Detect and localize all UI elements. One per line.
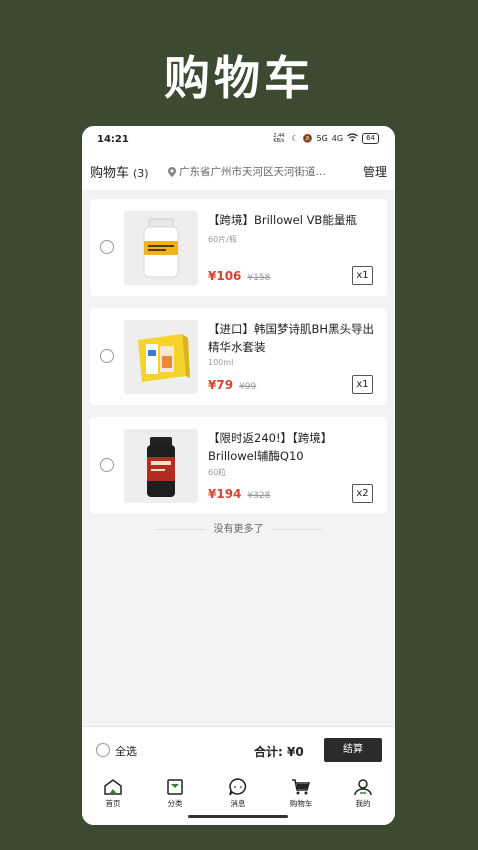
quantity-badge[interactable]: x1 (352, 375, 373, 394)
divider-right (271, 528, 322, 530)
category-icon (167, 779, 183, 795)
page-title: 购物车 (3) (90, 162, 149, 181)
price-original: ¥158 (247, 273, 271, 283)
price-original: ¥99 (239, 382, 257, 392)
select-all-label[interactable]: 全选 (115, 743, 137, 759)
tab-profile[interactable]: 我的 (338, 778, 388, 809)
location-text: 广东省广州市天河区天河街道… (179, 166, 326, 178)
checkout-button[interactable]: 结算 (324, 738, 382, 762)
product-spec: 100ml (208, 358, 234, 367)
quantity-badge[interactable]: x2 (352, 484, 373, 503)
moon-icon: ☾ (291, 134, 299, 143)
product-image[interactable] (124, 429, 198, 503)
battery-icon: 64 (362, 133, 379, 144)
tab-label: 首页 (105, 799, 121, 808)
checkout-bar: 全选 合计: ¥0 结算 (82, 726, 395, 772)
page-title-text: 购物车 (90, 166, 130, 181)
network-speed: 2.44 KB/s (273, 132, 285, 144)
tab-home[interactable]: 首页 (88, 778, 138, 809)
product-image[interactable] (124, 211, 198, 285)
product-spec: 60粒 (208, 468, 227, 477)
cart-count: (3) (133, 167, 149, 180)
banner-title: 购物车 (164, 51, 314, 105)
signal-5g: 5G (316, 134, 328, 143)
profile-icon (354, 779, 372, 796)
product-spec: 60片/瓶 (208, 235, 237, 244)
product-name[interactable]: 【进口】韩国梦诗肌BH黑头导出精华水套装 (208, 320, 378, 356)
price-current: ¥106 (208, 269, 242, 283)
tab-cart[interactable]: 购物车 (276, 778, 326, 809)
list-end-text: 没有更多了 (213, 524, 264, 535)
manage-button[interactable]: 管理 (363, 163, 387, 180)
product-name[interactable]: 【限时返240!】【跨境】Brillowel辅酶Q10 (208, 429, 378, 465)
mute-icon: 🔕 (302, 134, 313, 143)
cart-header: 购物车 (3) 广东省广州市天河区天河街道… 管理 (82, 152, 395, 190)
cart-item[interactable]: 【进口】韩国梦诗肌BH黑头导出精华水套装 100ml ¥79 ¥99 x1 (90, 308, 387, 405)
location-pin-icon (168, 166, 176, 177)
tab-messages[interactable]: 消息 (213, 778, 263, 809)
select-all-checkbox[interactable] (96, 743, 110, 757)
message-icon (229, 778, 247, 796)
tab-category[interactable]: 分类 (150, 778, 200, 809)
quantity-badge[interactable]: x1 (352, 266, 373, 285)
total-value: ¥0 (287, 745, 304, 759)
tab-label: 我的 (355, 799, 371, 808)
list-end-indicator: 没有更多了 (142, 520, 335, 535)
product-image[interactable] (124, 320, 198, 394)
status-time: 14:21 (97, 134, 129, 145)
item-checkbox[interactable] (100, 240, 114, 254)
product-price: ¥194 ¥328 (208, 487, 270, 501)
price-original: ¥328 (247, 491, 271, 501)
total-label: 合计: (254, 745, 283, 759)
divider-left (155, 528, 206, 530)
item-checkbox[interactable] (100, 458, 114, 472)
status-bar: 14:21 2.44 KB/s ☾ 🔕 5G 4G 64 (82, 126, 395, 152)
home-icon (104, 779, 122, 795)
price-current: ¥79 (208, 378, 234, 392)
product-name[interactable]: 【跨境】Brillowel VB能量瓶 (208, 211, 378, 229)
product-price: ¥79 ¥99 (208, 378, 256, 392)
signal-4g: 4G (331, 134, 344, 143)
status-icons: 2.44 KB/s ☾ 🔕 5G 4G 64 (273, 133, 379, 144)
cart-item[interactable]: 【跨境】Brillowel VB能量瓶 60片/瓶 ¥106 ¥158 x1 (90, 199, 387, 296)
tab-label: 购物车 (289, 799, 313, 808)
phone-screen: 14:21 2.44 KB/s ☾ 🔕 5G 4G 64 购物车 (3) 广东省广… (82, 126, 395, 825)
cart-item[interactable]: 【限时返240!】【跨境】Brillowel辅酶Q10 60粒 ¥194 ¥328… (90, 417, 387, 514)
home-indicator[interactable] (188, 815, 288, 818)
product-price: ¥106 ¥158 (208, 269, 270, 283)
tab-label: 消息 (230, 799, 246, 808)
item-checkbox[interactable] (100, 349, 114, 363)
price-current: ¥194 (208, 487, 242, 501)
cart-icon (292, 779, 310, 795)
total-amount: 合计: ¥0 (254, 743, 304, 760)
wifi-icon (347, 133, 358, 144)
location-selector[interactable]: 广东省广州市天河区天河街道… (168, 164, 343, 179)
tab-label: 分类 (167, 799, 183, 808)
